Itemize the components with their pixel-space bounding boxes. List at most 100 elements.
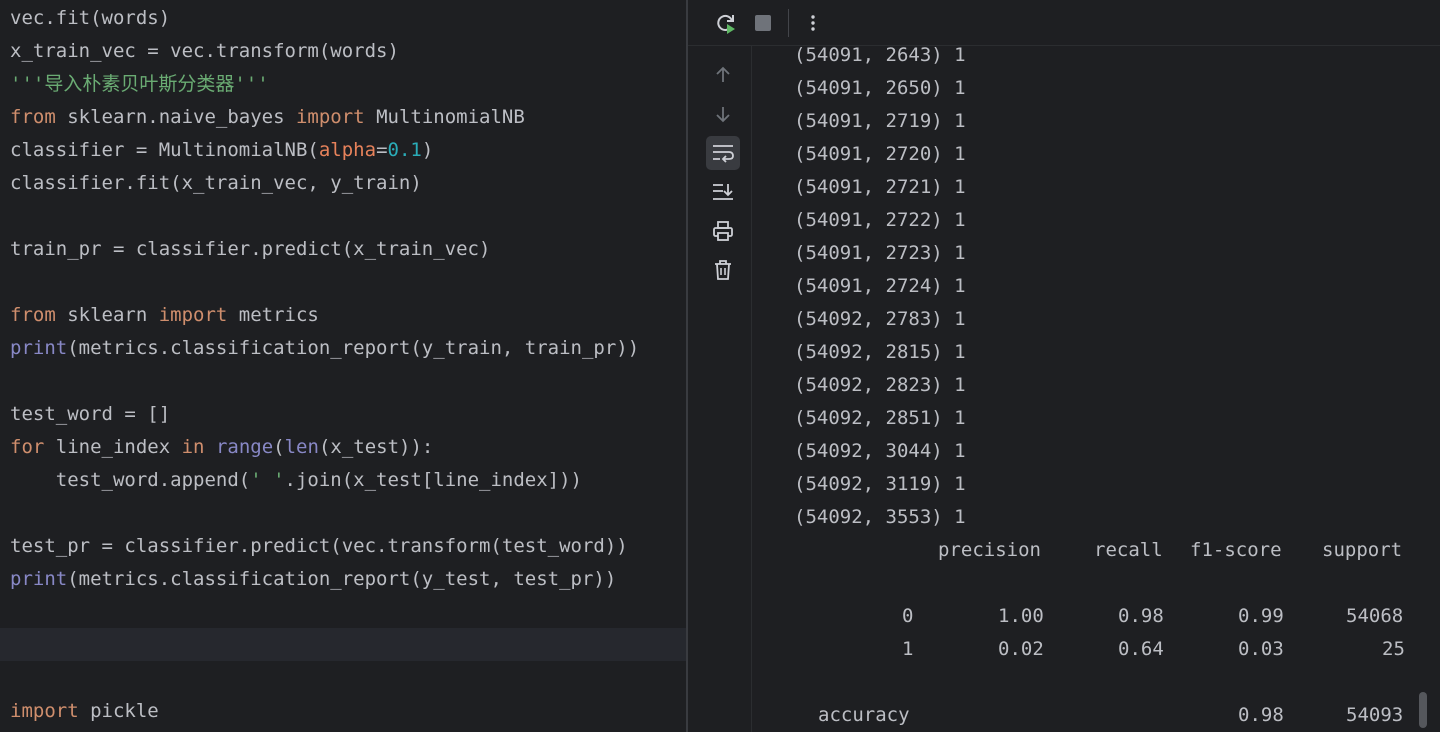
- header-precision: precision: [938, 539, 1041, 561]
- code-token: x_train_vec = vec.transform(words): [10, 40, 399, 62]
- matrix-entry-line: (54091, 2650) 1: [794, 77, 966, 99]
- matrix-entry-line: (54091, 2721) 1: [794, 176, 966, 198]
- code-token: import: [10, 700, 79, 722]
- code-line[interactable]: print(metrics.classification_report(y_tr…: [10, 332, 639, 365]
- matrix-entry-line: (54092, 3044) 1: [794, 440, 966, 462]
- arrow-down-icon[interactable]: [706, 97, 740, 131]
- code-token: len: [284, 436, 319, 458]
- side-toolbar: [688, 46, 752, 732]
- code-token: vec.fit(words): [10, 7, 171, 29]
- code-line[interactable]: train_pr = classifier.predict(x_train_ve…: [10, 233, 490, 266]
- report-row-accuracy: accuracy 0.98 54093: [794, 699, 1403, 732]
- matrix-entry-line: (54091, 2722) 1: [794, 209, 966, 231]
- rerun-icon[interactable]: [710, 7, 742, 39]
- code-token: (x_test)):: [318, 436, 434, 458]
- code-line[interactable]: test_word = []: [10, 398, 170, 431]
- code-token: alpha: [318, 139, 377, 161]
- code-token: from: [10, 106, 56, 128]
- matrix-entry-line: (54092, 2783) 1: [794, 308, 966, 330]
- matrix-entry-line: (54092, 2851) 1: [794, 407, 966, 429]
- matrix-entry-line: (54092, 3553) 1: [794, 506, 966, 528]
- f1-value: 0.03: [1238, 638, 1284, 660]
- code-line[interactable]: classifier = MultinomialNB(alpha=0.1): [10, 134, 433, 167]
- code-token: from: [10, 304, 56, 326]
- class-label: 0: [902, 605, 914, 627]
- code-line[interactable]: '''导入朴素贝叶斯分类器''': [10, 68, 269, 101]
- recall-value: 0.98: [1118, 605, 1164, 627]
- accuracy-support-value: 54093: [1346, 704, 1404, 726]
- code-token: .join(x_test[line_index])): [284, 469, 582, 491]
- code-token: range: [215, 436, 274, 458]
- report-row-class-0: 0 1.00 0.98 0.99 54068: [794, 600, 1403, 633]
- precision-value: 1.00: [998, 605, 1044, 627]
- accuracy-f1-value: 0.98: [1238, 704, 1284, 726]
- code-line[interactable]: classifier.fit(x_train_vec, y_train): [10, 167, 422, 200]
- recall-value: 0.64: [1118, 638, 1164, 660]
- code-token: import: [158, 304, 228, 326]
- code-token: classifier.fit(x_train_vec, y_train): [10, 172, 422, 194]
- toolbar-separator: [788, 9, 789, 37]
- matrix-entry-line: (54092, 2815) 1: [794, 341, 966, 363]
- stop-icon[interactable]: [747, 7, 779, 39]
- console-scrollbar[interactable]: [1419, 692, 1427, 728]
- code-token: for: [10, 436, 45, 458]
- code-token: (: [273, 436, 285, 458]
- header-f1-score: f1-score: [1190, 539, 1282, 561]
- code-line[interactable]: for line_index in range(len(x_test)):: [10, 431, 433, 464]
- trash-icon[interactable]: [706, 253, 740, 287]
- code-token: (metrics.classification_report(y_train, …: [67, 337, 640, 359]
- code-line[interactable]: x_train_vec = vec.transform(words): [10, 35, 399, 68]
- class-label: 1: [902, 638, 914, 660]
- arrow-up-icon[interactable]: [706, 58, 740, 92]
- code-token: test_word.append(: [10, 469, 251, 491]
- matrix-entry-line: (54091, 2723) 1: [794, 242, 966, 264]
- code-token: print: [10, 337, 68, 359]
- code-line[interactable]: import pickle: [10, 695, 159, 728]
- matrix-entry-line: (54092, 3119) 1: [794, 473, 966, 495]
- code-token: sklearn: [55, 304, 159, 326]
- console-output[interactable]: (54091, 2643) 1 (54091, 2650) 1 (54091, 27…: [794, 0, 1440, 732]
- code-line[interactable]: from sklearn.naive_bayes import Multinom…: [10, 101, 525, 134]
- code-token: train_pr = classifier.predict(x_train_ve…: [10, 238, 491, 260]
- code-token: classifier = MultinomialNB(: [10, 139, 319, 161]
- code-line[interactable]: print(metrics.classification_report(y_te…: [10, 563, 616, 596]
- matrix-entry-line: (54091, 2719) 1: [794, 110, 966, 132]
- code-editor[interactable]: vec.fit(words) x_train_vec = vec.transfor…: [0, 0, 686, 732]
- matrix-entry-line: (54091, 2720) 1: [794, 143, 966, 165]
- code-token: (metrics.classification_report(y_test, t…: [67, 568, 617, 590]
- code-line[interactable]: test_word.append(' '.join(x_test[line_in…: [10, 464, 582, 497]
- code-token: '''导入朴素贝叶斯分类器''': [10, 73, 269, 95]
- support-value: 54068: [1346, 605, 1404, 627]
- code-token: test_word = []: [10, 403, 171, 425]
- scroll-to-end-icon[interactable]: [706, 175, 740, 209]
- code-line[interactable]: vec.fit(words): [10, 2, 170, 35]
- header-support: support: [1322, 539, 1403, 561]
- code-line[interactable]: from sklearn import metrics: [10, 299, 319, 332]
- code-token: MultinomialNB: [364, 106, 525, 128]
- matrix-entry-line: (54091, 2643) 1: [794, 44, 966, 66]
- code-token: test_pr = classifier.predict(vec.transfo…: [10, 535, 628, 557]
- code-token: ): [421, 139, 434, 161]
- soft-wrap-icon[interactable]: [706, 136, 740, 170]
- code-token: 0.1: [387, 139, 422, 161]
- code-token: metrics: [227, 304, 319, 326]
- report-header-row: precision recall f1-score support: [794, 534, 1402, 567]
- code-token: print: [10, 568, 68, 590]
- matrix-entry-line: (54092, 2823) 1: [794, 374, 966, 396]
- current-line-highlight: [0, 628, 686, 661]
- code-token: pickle: [78, 700, 159, 722]
- code-line[interactable]: test_pr = classifier.predict(vec.transfo…: [10, 530, 628, 563]
- run-tool-window: (54091, 2643) 1 (54091, 2650) 1 (54091, 27…: [688, 0, 1440, 732]
- code-token: import: [295, 106, 365, 128]
- support-value: 25: [1382, 638, 1405, 660]
- accuracy-label: accuracy: [818, 704, 910, 726]
- matrix-entry-line: (54091, 2724) 1: [794, 275, 966, 297]
- code-token: =: [376, 139, 388, 161]
- f1-value: 0.99: [1238, 605, 1284, 627]
- code-token: in: [181, 436, 205, 458]
- code-token: sklearn.naive_bayes: [55, 106, 296, 128]
- header-recall: recall: [1094, 539, 1163, 561]
- print-icon[interactable]: [706, 214, 740, 248]
- code-token: ' ': [250, 469, 285, 491]
